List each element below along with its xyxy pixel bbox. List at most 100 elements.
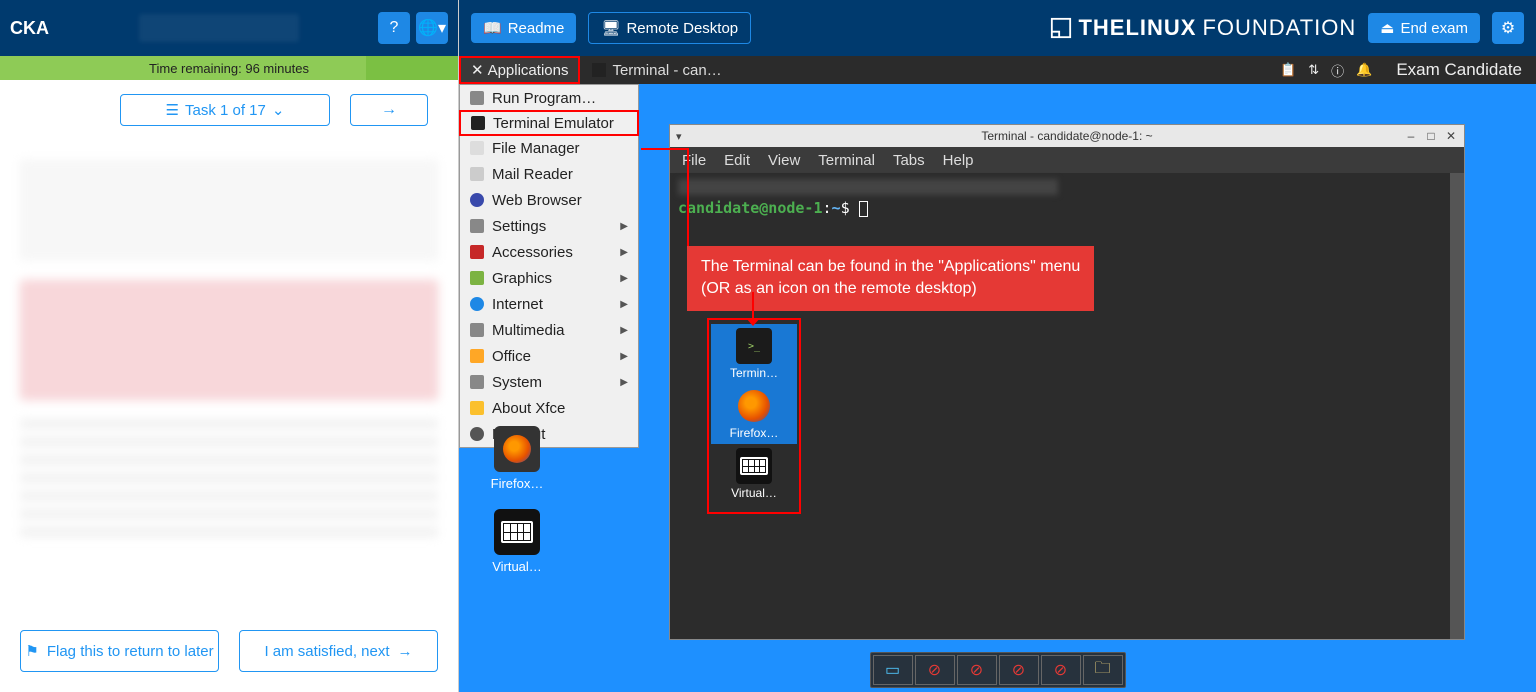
menu-system[interactable]: System▶ <box>460 369 638 395</box>
star-icon <box>470 401 484 415</box>
maximize-button[interactable]: □ <box>1424 129 1438 143</box>
run-icon <box>470 91 484 105</box>
help-button[interactable]: ? <box>378 12 410 44</box>
list-icon: ☰ <box>166 101 179 119</box>
dock-slot-blocked-1[interactable]: ⊘ <box>915 655 955 685</box>
window-menu-icon[interactable]: ▾ <box>676 130 682 143</box>
menu-view[interactable]: View <box>768 152 800 169</box>
arrow-right-icon: → <box>398 643 413 660</box>
annotation-line2: (OR as an icon on the remote desktop) <box>701 278 1080 300</box>
satisfied-next-button[interactable]: I am satisfied, next → <box>239 630 438 672</box>
menu-file-manager[interactable]: File Manager <box>460 135 638 161</box>
menu-run-program[interactable]: Run Program… <box>460 85 638 111</box>
applications-label: Applications <box>488 62 569 79</box>
menu-accessories[interactable]: Accessories▶ <box>460 239 638 265</box>
desktop-icon-virtual-keyboard[interactable]: Virtual… <box>477 509 557 574</box>
exam-candidate-label: Exam Candidate <box>1382 60 1536 80</box>
menu-label: Internet <box>492 296 543 313</box>
prompt-symbol: $ <box>841 199 850 217</box>
annotation-arrow-1v <box>687 148 689 246</box>
menu-office[interactable]: Office▶ <box>460 343 638 369</box>
prompt-path: ~ <box>832 199 841 217</box>
blurred-warning-box <box>20 280 438 400</box>
annotation-arrow-1 <box>641 148 689 150</box>
prompt-user: candidate@node-1 <box>678 199 823 217</box>
annotation-arrow-2 <box>752 292 754 320</box>
menu-label: Office <box>492 348 531 365</box>
left-header: CKA ? 🌐▾ <box>0 0 458 56</box>
language-button[interactable]: 🌐▾ <box>416 12 448 44</box>
taskbar-window-label: Terminal - can… <box>612 62 721 79</box>
readme-button[interactable]: 📖 Readme <box>471 13 576 43</box>
logo-bold: THELINUX <box>1078 15 1196 41</box>
settings-button[interactable]: ⚙ <box>1492 12 1524 44</box>
flag-label: Flag this to return to later <box>47 643 214 660</box>
task-navigation: ☰ Task 1 of 17 ⌄ → <box>0 80 458 140</box>
menu-about-xfce[interactable]: About Xfce <box>460 395 638 421</box>
menu-web-browser[interactable]: Web Browser <box>460 187 638 213</box>
bottom-button-row: ⚑ Flag this to return to later I am sati… <box>0 630 458 692</box>
menu-help[interactable]: Help <box>943 152 974 169</box>
bell-icon[interactable]: 🔔 <box>1356 62 1372 78</box>
menu-file[interactable]: File <box>682 152 706 169</box>
close-button[interactable]: ✕ <box>1444 129 1458 143</box>
flag-button[interactable]: ⚑ Flag this to return to later <box>20 630 219 672</box>
taskbar-window-terminal[interactable]: Terminal - can… <box>580 62 733 79</box>
accessories-icon <box>470 245 484 259</box>
graphics-icon <box>470 271 484 285</box>
icon-label: Firefox… <box>491 476 544 491</box>
menu-label: Graphics <box>492 270 552 287</box>
globe-icon: 🌐▾ <box>418 18 446 38</box>
gear-icon: ⚙ <box>1501 18 1515 38</box>
mail-icon <box>470 167 484 181</box>
left-exam-panel: CKA ? 🌐▾ Time remaining: 96 minutes ☰ Ta… <box>0 0 459 692</box>
right-panel: 📖 Readme 🖥 Remote Desktop THELINUXFOUNDA… <box>459 0 1536 692</box>
menu-graphics[interactable]: Graphics▶ <box>460 265 638 291</box>
transfer-icon[interactable]: ⇅ <box>1308 62 1319 78</box>
dock-slot-blocked-4[interactable]: ⊘ <box>1041 655 1081 685</box>
blurred-task-text <box>20 420 438 540</box>
annotation-line1: The Terminal can be found in the "Applic… <box>701 256 1080 278</box>
header-button-group: ? 🌐▾ <box>378 12 448 44</box>
annotation-callout: The Terminal can be found in the "Applic… <box>687 246 1094 311</box>
dock-slot-blocked-2[interactable]: ⊘ <box>957 655 997 685</box>
help-icon: ? <box>390 19 399 37</box>
chevron-right-icon: ▶ <box>620 247 628 258</box>
task-dropdown[interactable]: ☰ Task 1 of 17 ⌄ <box>120 94 330 126</box>
end-exam-button[interactable]: ⏏ End exam <box>1368 13 1480 43</box>
multimedia-icon <box>470 323 484 337</box>
terminal-cursor <box>859 201 868 217</box>
lf-icon <box>1050 17 1072 39</box>
menu-mail-reader[interactable]: Mail Reader <box>460 161 638 187</box>
keyboard-icon <box>494 509 540 555</box>
menu-internet[interactable]: Internet▶ <box>460 291 638 317</box>
terminal-titlebar[interactable]: ▾ Terminal - candidate@node-1: ~ – □ ✕ <box>670 125 1464 147</box>
desktop-icon-firefox[interactable]: Firefox… <box>477 426 557 491</box>
dock-slot-blocked-3[interactable]: ⊘ <box>999 655 1039 685</box>
remote-desktop-button[interactable]: 🖥 Remote Desktop <box>588 12 751 44</box>
menu-label: Terminal Emulator <box>493 115 614 132</box>
menu-label: Settings <box>492 218 546 235</box>
office-icon <box>470 349 484 363</box>
menu-terminal-emulator[interactable]: Terminal Emulator <box>459 110 639 136</box>
time-remaining-text: Time remaining: 96 minutes <box>149 61 309 76</box>
show-desktop-button[interactable]: ▭ <box>873 655 913 685</box>
dock-file-manager[interactable]: 🗀 <box>1083 655 1123 685</box>
menu-settings[interactable]: Settings▶ <box>460 213 638 239</box>
clipboard-icon[interactable]: 📋 <box>1280 62 1296 78</box>
terminal-scrollbar[interactable] <box>1450 173 1464 639</box>
applications-menu-button[interactable]: ✕ Applications <box>459 56 580 84</box>
menu-multimedia[interactable]: Multimedia▶ <box>460 317 638 343</box>
arrow-head-down-icon <box>746 318 760 326</box>
system-icon <box>470 375 484 389</box>
menu-tabs[interactable]: Tabs <box>893 152 925 169</box>
menu-edit[interactable]: Edit <box>724 152 750 169</box>
time-remaining-bar: Time remaining: 96 minutes <box>0 56 458 80</box>
info-icon[interactable]: ⓘ <box>1331 61 1344 80</box>
minimize-button[interactable]: – <box>1404 129 1418 143</box>
next-task-button[interactable]: → <box>350 94 428 126</box>
end-exam-label: End exam <box>1400 20 1468 37</box>
remote-desktop-label: Remote Desktop <box>626 20 738 37</box>
exam-title: CKA <box>10 18 49 39</box>
menu-terminal[interactable]: Terminal <box>818 152 875 169</box>
